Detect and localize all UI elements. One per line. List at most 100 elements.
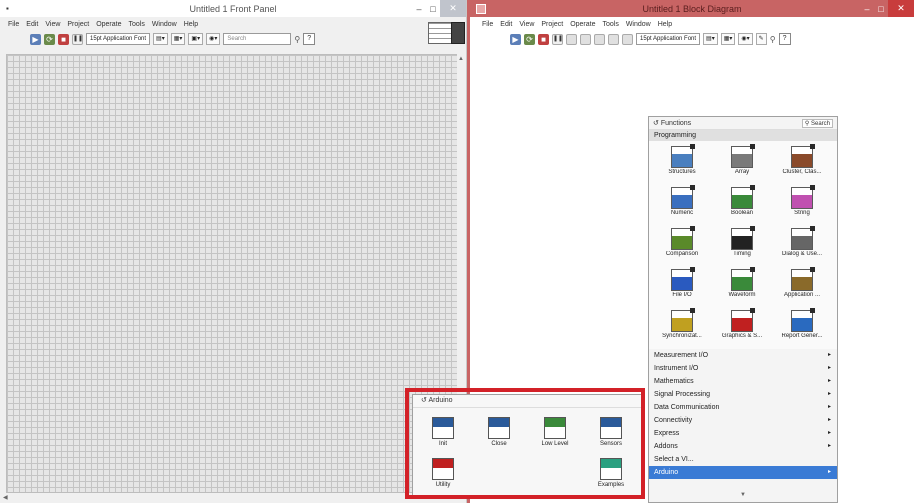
font-selector[interactable]: 15pt Application Font — [86, 33, 151, 45]
scroll-left-icon[interactable]: ◀ — [3, 494, 8, 501]
clean-up-diagram-icon[interactable]: ✎ — [755, 33, 767, 45]
subpalette-item[interactable]: Waveform — [713, 267, 771, 306]
subpalette-item[interactable]: Comparison — [653, 226, 711, 265]
run-arrow-icon[interactable]: ▶ — [30, 33, 41, 45]
category-programming[interactable]: Programming — [649, 130, 837, 141]
run-continuously-icon[interactable]: ⟳ — [44, 33, 55, 45]
subpalette-item[interactable]: Array — [713, 144, 771, 183]
category-row[interactable]: Express ▸ — [649, 427, 837, 440]
subpalette-item[interactable]: Structures — [653, 144, 711, 183]
subpalette-item[interactable]: Report Gener... — [773, 308, 831, 347]
horizontal-scrollbar[interactable]: ◀ — [0, 493, 466, 503]
palette-scroll-down-icon[interactable]: ▼ — [649, 492, 837, 502]
synchronization-icon — [671, 308, 695, 332]
subpalette-label: Boolean — [730, 210, 754, 216]
step-into-icon[interactable] — [594, 33, 605, 45]
scroll-up-icon[interactable]: ▲ — [458, 56, 464, 62]
subpalette-item[interactable]: Synchronizat... — [653, 308, 711, 347]
array-icon — [731, 144, 755, 168]
bd-maximize-icon[interactable]: □ — [874, 0, 888, 17]
bd-menu-tools[interactable]: Tools — [602, 21, 618, 28]
maximize-icon[interactable]: □ — [426, 0, 440, 17]
category-row[interactable]: Addons ▸ — [649, 440, 837, 453]
pin-icon[interactable]: ↺ — [653, 120, 661, 127]
category-row[interactable]: Connectivity ▸ — [649, 414, 837, 427]
vi-icon-pane[interactable] — [451, 22, 465, 44]
subpalette-item[interactable]: File I/O — [653, 267, 711, 306]
bd-minimize-icon[interactable]: – — [860, 0, 874, 17]
subpalette-item[interactable]: Graphics & S... — [713, 308, 771, 347]
block-diagram-titlebar[interactable]: Untitled 1 Block Diagram – □ ✕ — [470, 0, 914, 17]
boolean-icon — [731, 185, 755, 209]
pause-icon[interactable]: ❚❚ — [72, 33, 83, 45]
align-objects-icon[interactable]: ▤▾ — [153, 33, 168, 45]
bd-menu-view[interactable]: View — [519, 21, 534, 28]
bd-run-arrow-icon[interactable]: ▶ — [510, 33, 521, 45]
functions-palette-header[interactable]: ↺ Functions ⚲ Search — [649, 117, 837, 130]
bd-align-objects-icon[interactable]: ▤▾ — [703, 33, 718, 45]
bd-menu-file[interactable]: File — [482, 21, 493, 28]
bd-context-help-icon[interactable]: ? — [778, 33, 791, 45]
subpalette-label: Graphics & S... — [721, 333, 763, 339]
connector-pane-icon[interactable] — [428, 22, 452, 44]
category-row[interactable]: Mathematics ▸ — [649, 375, 837, 388]
bd-menu-edit[interactable]: Edit — [500, 21, 512, 28]
menu-file[interactable]: File — [8, 21, 19, 28]
bd-run-continuously-icon[interactable]: ⟳ — [524, 33, 535, 45]
bd-menu-operate[interactable]: Operate — [570, 21, 595, 28]
abort-icon[interactable]: ■ — [58, 33, 69, 45]
bd-menu-project[interactable]: Project — [541, 21, 563, 28]
menu-operate[interactable]: Operate — [96, 21, 121, 28]
step-over-icon[interactable] — [608, 33, 619, 45]
close-icon[interactable]: ✕ — [440, 0, 466, 17]
retain-wire-values-icon[interactable] — [580, 33, 591, 45]
subpalette-item[interactable]: String — [773, 185, 831, 224]
category-row[interactable]: Data Communication ▸ — [649, 401, 837, 414]
search-icon[interactable]: ⚲ — [294, 35, 300, 44]
subpalette-item[interactable]: Dialog & Use... — [773, 226, 831, 265]
search-input[interactable]: Search — [223, 33, 292, 45]
resize-objects-icon[interactable]: ▣▾ — [188, 33, 204, 45]
menu-tools[interactable]: Tools — [128, 21, 144, 28]
step-out-icon[interactable] — [622, 33, 633, 45]
category-row[interactable]: Select a VI... — [649, 453, 837, 466]
bd-abort-icon[interactable]: ■ — [538, 33, 549, 45]
category-row[interactable]: Measurement I/O ▸ — [649, 349, 837, 362]
subpalette-item[interactable]: Numeric — [653, 185, 711, 224]
category-row[interactable]: Signal Processing ▸ — [649, 388, 837, 401]
context-help-icon[interactable]: ? — [303, 33, 316, 45]
front-panel-grid[interactable] — [6, 54, 458, 493]
menu-project[interactable]: Project — [67, 21, 89, 28]
bd-menu-window[interactable]: Window — [626, 21, 651, 28]
front-panel-titlebar[interactable]: ▪ Untitled 1 Front Panel – □ ✕ — [0, 0, 466, 17]
string-icon — [791, 185, 815, 209]
distribute-objects-icon[interactable]: ▦▾ — [170, 33, 186, 45]
subpalette-item[interactable]: Boolean — [713, 185, 771, 224]
subpalette-label: Numeric — [670, 210, 694, 216]
subpalette-item[interactable]: Cluster, Clas... — [773, 144, 831, 183]
bd-reorder-icon[interactable]: ◉▾ — [738, 33, 753, 45]
menu-view[interactable]: View — [45, 21, 60, 28]
category-row[interactable]: Arduino ▸ — [649, 466, 837, 479]
menu-help[interactable]: Help — [184, 21, 198, 28]
bd-pause-icon[interactable]: ❚❚ — [552, 33, 563, 45]
bd-distribute-objects-icon[interactable]: ▦▾ — [720, 33, 736, 45]
bd-font-selector[interactable]: 15pt Application Font — [636, 33, 701, 45]
category-row[interactable]: Instrument I/O ▸ — [649, 362, 837, 375]
functions-category-list: Measurement I/O ▸ Instrument I/O ▸ Mathemati… — [649, 349, 837, 479]
bd-close-icon[interactable]: ✕ — [888, 0, 914, 17]
category-label: Data Communication — [654, 404, 720, 411]
menu-window[interactable]: Window — [152, 21, 177, 28]
menu-edit[interactable]: Edit — [26, 21, 38, 28]
submenu-arrow-icon: ▸ — [827, 391, 831, 397]
bd-menu-help[interactable]: Help — [658, 21, 672, 28]
subpalette-item[interactable]: Application ... — [773, 267, 831, 306]
bd-search-icon[interactable]: ⚲ — [770, 35, 776, 44]
palette-search-button[interactable]: ⚲ Search — [801, 118, 833, 128]
subpalette-item[interactable]: Timing — [713, 226, 771, 265]
highlight-execution-icon[interactable] — [566, 33, 577, 45]
timing-icon — [731, 226, 755, 250]
front-panel-title: Untitled 1 Front Panel — [189, 3, 277, 14]
minimize-icon[interactable]: – — [412, 0, 426, 17]
reorder-icon[interactable]: ◉▾ — [206, 33, 221, 45]
